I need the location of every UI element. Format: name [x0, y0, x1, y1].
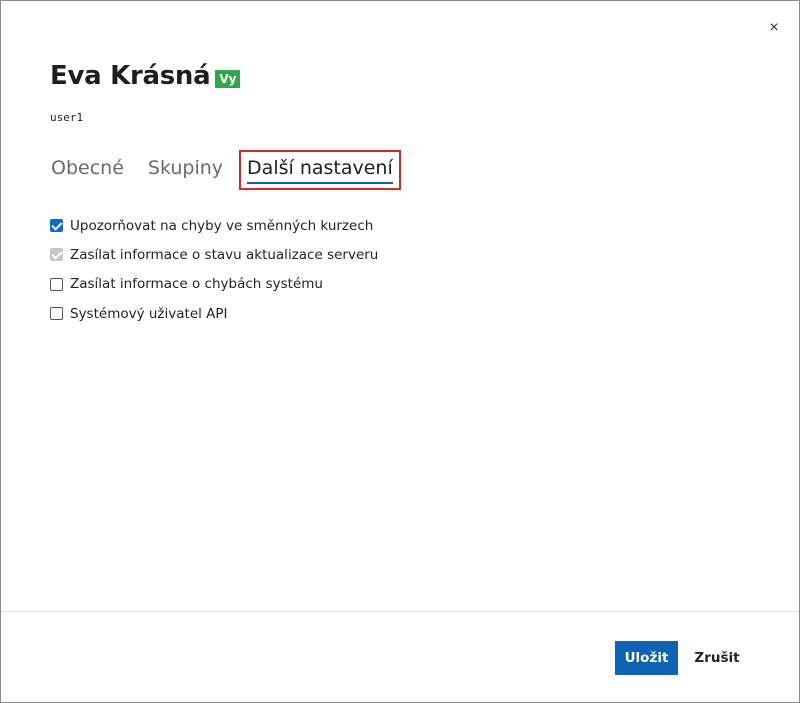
username-label: user1 — [50, 111, 84, 124]
tab-more-settings-label: Další nastavení — [247, 157, 393, 184]
tab-more-settings[interactable]: Další nastavení — [239, 150, 401, 190]
tab-general[interactable]: Obecné — [51, 153, 124, 185]
checkbox-server-update-status — [50, 248, 63, 262]
tab-bar: Obecné Skupiny Další nastavení — [51, 150, 425, 190]
option-server-update-status: Zasílat informace o stavu aktualizace se… — [50, 240, 378, 269]
close-icon[interactable]: × — [765, 19, 783, 37]
option-system-errors[interactable]: Zasílat informace o chybách systému — [50, 270, 378, 299]
option-label: Upozorňovat na chyby ve směnných kurzech — [70, 217, 374, 234]
option-label: Systémový uživatel API — [70, 305, 228, 322]
settings-options: Upozorňovat na chyby ve směnných kurzech… — [50, 211, 378, 328]
user-dialog: × Eva Krásná Vy user1 Obecné Skupiny Dal… — [0, 0, 800, 703]
tab-groups[interactable]: Skupiny — [148, 153, 223, 185]
checkbox-api-system-user[interactable] — [50, 307, 63, 321]
option-api-system-user[interactable]: Systémový uživatel API — [50, 299, 378, 328]
save-button[interactable]: Uložit — [615, 641, 678, 675]
page-title: Eva Krásná — [50, 61, 211, 91]
option-label: Zasílat informace o chybách systému — [70, 276, 323, 293]
cancel-button[interactable]: Zrušit — [689, 641, 745, 675]
option-exchange-rate-errors[interactable]: Upozorňovat na chyby ve směnných kurzech — [50, 211, 378, 240]
checkbox-exchange-rate-errors[interactable] — [50, 219, 63, 233]
dialog-header: Eva Krásná Vy — [50, 61, 241, 91]
current-user-badge: Vy — [215, 70, 241, 88]
footer-divider — [1, 611, 799, 612]
option-label: Zasílat informace o stavu aktualizace se… — [70, 246, 379, 263]
checkbox-system-errors[interactable] — [50, 277, 63, 291]
